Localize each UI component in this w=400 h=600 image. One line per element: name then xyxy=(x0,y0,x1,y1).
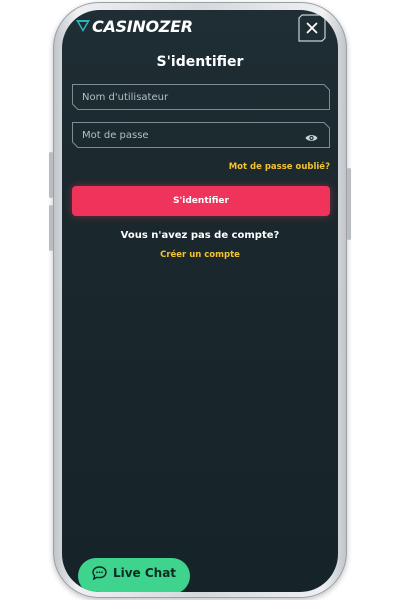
show-password-toggle[interactable] xyxy=(305,129,318,148)
login-submit-button[interactable]: S'identifier xyxy=(72,186,330,216)
live-chat-label: Live Chat xyxy=(112,566,177,580)
no-account-text: Vous n'avez pas de compte? xyxy=(120,230,280,241)
login-screen: CASINOZER S'identifier Mot de passe oubl… xyxy=(62,10,338,592)
eye-icon xyxy=(305,135,318,141)
create-account-link[interactable]: Créer un compte xyxy=(62,250,338,260)
logo-text: CASINOZER xyxy=(92,16,193,36)
casinozer-logo[interactable]: CASINOZER xyxy=(76,16,193,36)
page-title: S'identifier xyxy=(156,54,244,70)
live-chat-button[interactable]: Live Chat xyxy=(78,558,190,592)
phone-volume-down-button xyxy=(49,205,53,251)
username-input[interactable] xyxy=(82,88,282,106)
forgot-password-link[interactable]: Mot de passe oublié? xyxy=(229,162,330,172)
phone-power-button xyxy=(347,168,351,240)
password-field-container xyxy=(72,122,330,148)
username-field-container xyxy=(72,84,330,110)
close-button[interactable] xyxy=(298,14,326,42)
logo-mark-icon xyxy=(76,20,90,32)
close-icon xyxy=(298,14,326,42)
phone-volume-up-button xyxy=(49,152,53,198)
password-input[interactable] xyxy=(82,126,282,144)
chat-bubble-icon xyxy=(92,566,107,580)
